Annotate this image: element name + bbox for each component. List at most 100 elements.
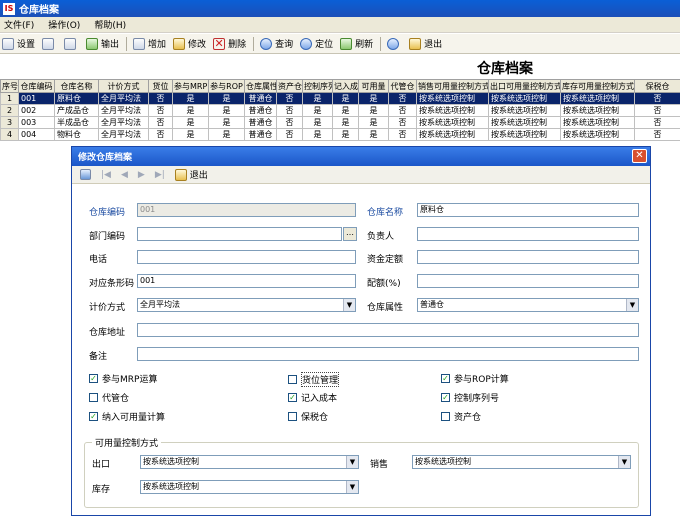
setup-button[interactable]: 设置	[2, 37, 35, 50]
export-select[interactable]: 按系统选项控制 ▼	[140, 455, 359, 469]
code-input[interactable]: 001	[137, 203, 356, 217]
table-cell[interactable]: 否	[148, 92, 173, 105]
table-cell[interactable]: 按系统选项控制	[560, 128, 635, 141]
chevron-down-icon[interactable]: ▼	[618, 456, 630, 468]
table-cell[interactable]: 全月平均法	[98, 92, 149, 105]
table-cell[interactable]: 是	[332, 128, 359, 141]
first-record-icon[interactable]: |◀	[101, 170, 111, 180]
sales-select[interactable]: 按系统选项控制 ▼	[412, 455, 631, 469]
bonded-checkbox[interactable]: 保税仓	[288, 410, 328, 423]
column-header[interactable]: 参与MRP	[172, 79, 209, 93]
query-button[interactable]: 查询	[260, 37, 293, 50]
table-cell[interactable]: 是	[208, 116, 245, 129]
menu-file[interactable]: 文件(F)	[4, 18, 34, 31]
table-cell[interactable]: 否	[388, 104, 417, 117]
asset-checkbox[interactable]: 资产仓	[441, 410, 481, 423]
table-cell[interactable]: 按系统选项控制	[488, 116, 561, 129]
stock-select[interactable]: 按系统选项控制 ▼	[140, 480, 359, 494]
table-cell[interactable]: 原料仓	[54, 92, 99, 105]
table-cell[interactable]: 是	[302, 116, 333, 129]
owner-input[interactable]	[417, 227, 639, 241]
row-number-cell[interactable]: 2	[0, 104, 19, 117]
prev-record-icon[interactable]: ◀	[121, 170, 128, 180]
table-row[interactable]: 1 001 原料仓 全月平均法否是是普通仓否是是是否按系统选项控制 按系统选项控制 按系统…	[0, 92, 680, 105]
attr-select[interactable]: 普通仓 ▼	[417, 298, 639, 312]
exit-button[interactable]: 退出	[409, 37, 442, 50]
phone-input[interactable]	[137, 250, 356, 264]
address-input[interactable]	[137, 323, 639, 337]
table-cell[interactable]: 是	[302, 104, 333, 117]
table-cell[interactable]: 按系统选项控制	[416, 128, 489, 141]
table-cell[interactable]: 是	[172, 116, 209, 129]
table-cell[interactable]: 是	[172, 104, 209, 117]
available-checkbox[interactable]: ✓ 纳入可用量计算	[89, 410, 165, 423]
column-header[interactable]: 资产仓	[276, 79, 303, 93]
table-cell[interactable]: 普通仓	[244, 128, 277, 141]
table-row[interactable]: 2 002 产成品仓 全月平均法否是是普通仓否是是是否按系统选项控制 按系统选项控制 按系…	[0, 104, 680, 117]
column-header[interactable]: 库存可用量控制方式	[560, 79, 635, 93]
table-cell[interactable]: 是	[208, 128, 245, 141]
table-cell[interactable]: 否	[148, 104, 173, 117]
column-header[interactable]: 仓库名称	[54, 79, 99, 93]
table-row[interactable]: 4 004 物料仓 全月平均法否是是普通仓否是是是否按系统选项控制 按系统选项控制 按系统…	[0, 128, 680, 141]
table-cell[interactable]: 半成品仓	[54, 116, 99, 129]
table-cell[interactable]: 是	[302, 92, 333, 105]
serial-checkbox[interactable]: ✓ 控制序列号	[441, 391, 499, 404]
table-cell[interactable]: 004	[18, 128, 55, 141]
table-cell[interactable]: 否	[276, 104, 303, 117]
table-cell[interactable]: 否	[634, 104, 680, 117]
chevron-down-icon[interactable]: ▼	[346, 456, 358, 468]
help-button[interactable]	[387, 37, 402, 50]
column-header[interactable]: 保税仓	[634, 79, 680, 93]
table-cell[interactable]: 否	[388, 128, 417, 141]
dialog-exit-button[interactable]: 退出	[174, 168, 208, 181]
location-checkbox[interactable]: 货位管理	[288, 372, 340, 387]
table-cell[interactable]: 否	[148, 128, 173, 141]
edit-button[interactable]: 修改	[173, 37, 206, 50]
table-cell[interactable]: 002	[18, 104, 55, 117]
table-cell[interactable]: 否	[634, 92, 680, 105]
table-cell[interactable]: 按系统选项控制	[488, 92, 561, 105]
name-input[interactable]: 原料仓	[417, 203, 639, 217]
table-cell[interactable]: 否	[634, 116, 680, 129]
rop-checkbox[interactable]: ✓ 参与ROP计算	[441, 372, 509, 385]
column-header[interactable]: 序号	[0, 79, 19, 93]
column-header[interactable]: 货位	[148, 79, 173, 93]
table-cell[interactable]: 否	[276, 92, 303, 105]
table-cell[interactable]: 001	[18, 92, 55, 105]
table-cell[interactable]: 按系统选项控制	[488, 128, 561, 141]
table-cell[interactable]: 按系统选项控制	[416, 104, 489, 117]
column-header[interactable]: 仓库编码	[18, 79, 55, 93]
row-number-cell[interactable]: 1	[0, 92, 19, 105]
table-row[interactable]: 3 003 半成品仓 全月平均法否是是普通仓否是是是否按系统选项控制 按系统选项控制 按系…	[0, 116, 680, 129]
table-cell[interactable]: 全月平均法	[98, 116, 149, 129]
table-cell[interactable]: 按系统选项控制	[416, 116, 489, 129]
table-cell[interactable]: 是	[332, 116, 359, 129]
fund-input[interactable]	[417, 250, 639, 264]
table-cell[interactable]: 全月平均法	[98, 128, 149, 141]
row-number-cell[interactable]: 4	[0, 128, 19, 141]
pricing-select[interactable]: 全月平均法 ▼	[137, 298, 356, 312]
column-header[interactable]: 出口可用量控制方式	[488, 79, 561, 93]
dept-lookup-button[interactable]: …	[343, 227, 357, 241]
table-cell[interactable]: 是	[332, 92, 359, 105]
table-cell[interactable]: 否	[148, 116, 173, 129]
table-cell[interactable]: 按系统选项控制	[560, 104, 635, 117]
preview-button[interactable]	[64, 37, 79, 50]
table-cell[interactable]: 是	[172, 92, 209, 105]
barcode-input[interactable]: 001	[137, 274, 356, 288]
print-button[interactable]	[42, 37, 57, 50]
chevron-down-icon[interactable]: ▼	[343, 299, 355, 311]
table-cell[interactable]: 全月平均法	[98, 104, 149, 117]
column-header[interactable]: 代管仓	[388, 79, 417, 93]
locate-button[interactable]: 定位	[300, 37, 333, 50]
table-cell[interactable]: 普通仓	[244, 104, 277, 117]
table-cell[interactable]: 按系统选项控制	[416, 92, 489, 105]
table-cell[interactable]: 是	[332, 104, 359, 117]
add-button[interactable]: 增加	[133, 37, 166, 50]
column-header[interactable]: 控制序列	[302, 79, 333, 93]
table-cell[interactable]: 否	[276, 116, 303, 129]
table-cell[interactable]: 按系统选项控制	[560, 116, 635, 129]
table-cell[interactable]: 是	[358, 92, 389, 105]
table-cell[interactable]: 是	[358, 116, 389, 129]
